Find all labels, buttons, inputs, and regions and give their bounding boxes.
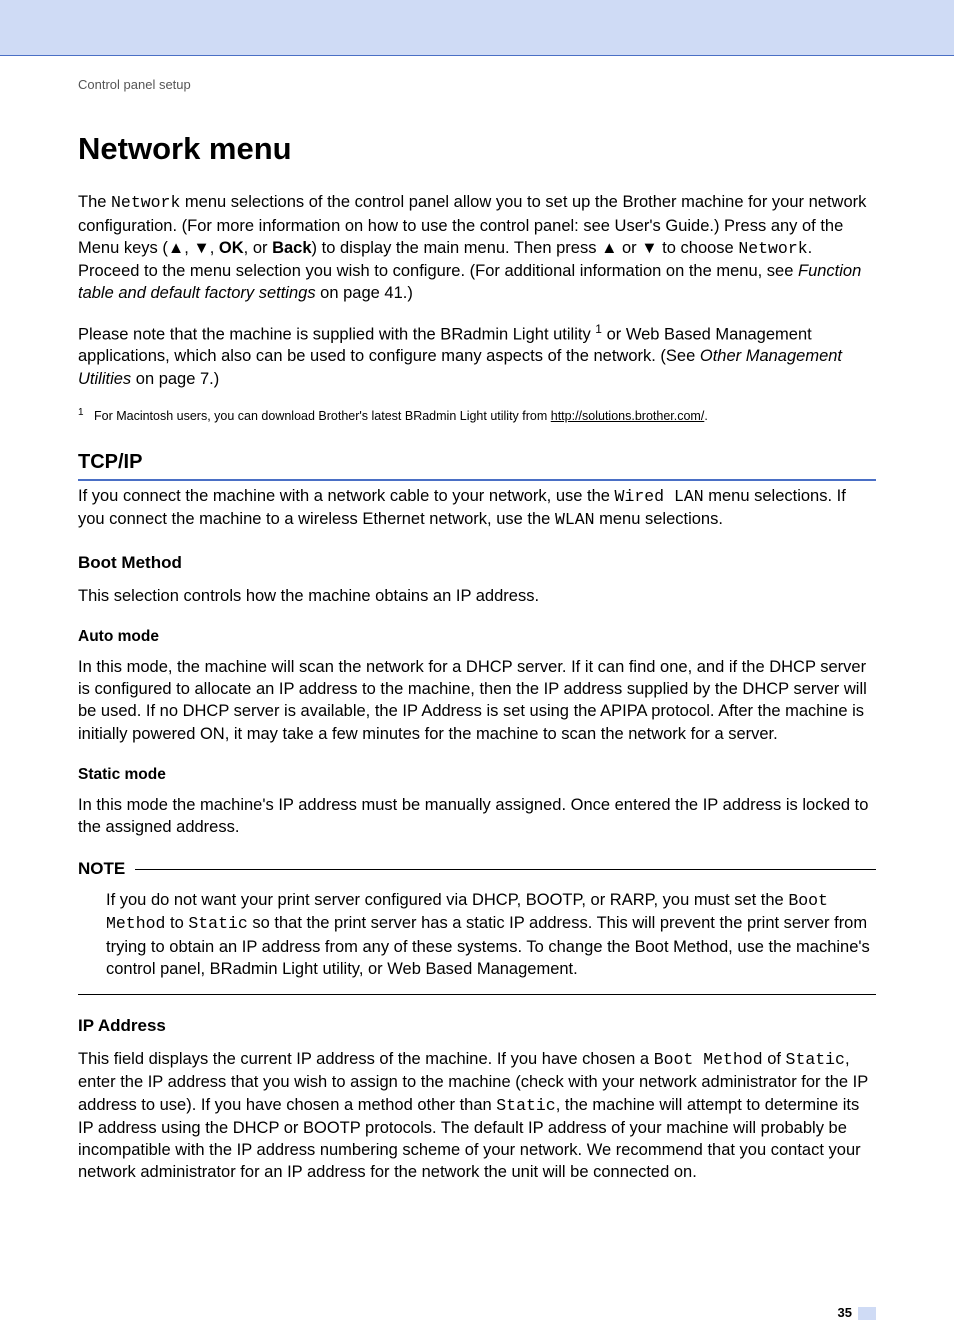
- page-footer: 35: [0, 1304, 954, 1321]
- note-body: If you do not want your print server con…: [78, 887, 876, 995]
- subheading-ip-address: IP Address: [78, 1015, 876, 1038]
- up-arrow-icon: ▲: [601, 239, 617, 257]
- code-boot-method: Boot Method: [654, 1050, 763, 1069]
- intro-paragraph-2: Please note that the machine is supplied…: [78, 321, 876, 390]
- footnote: 1 For Macintosh users, you can download …: [78, 406, 876, 425]
- tcpip-paragraph: If you connect the machine with a networ…: [78, 485, 876, 532]
- code-network: Network: [111, 193, 180, 212]
- code-wlan: WLAN: [555, 510, 595, 529]
- subheading-auto-mode: Auto mode: [78, 627, 876, 648]
- footnote-ref: 1: [595, 322, 602, 336]
- intro-paragraph-1: The Network menu selections of the contr…: [78, 191, 876, 304]
- breadcrumb: Control panel setup: [78, 76, 876, 94]
- note-label: NOTE: [78, 858, 125, 881]
- footer-accent: [858, 1307, 876, 1320]
- ok-key: OK: [219, 239, 244, 257]
- boot-method-desc: This selection controls how the machine …: [78, 585, 876, 607]
- code-static: Static: [496, 1096, 555, 1115]
- subheading-static-mode: Static mode: [78, 765, 876, 786]
- footnote-number: 1: [78, 407, 84, 418]
- static-mode-paragraph: In this mode the machine's IP address mu…: [78, 794, 876, 839]
- page-number: 35: [838, 1305, 852, 1320]
- note-rule: [135, 869, 876, 870]
- page-content: 4 Control panel setup Network menu The N…: [0, 56, 954, 1184]
- code-static: Static: [188, 914, 247, 933]
- section-heading-tcpip: TCP/IP: [78, 449, 876, 481]
- up-arrow-icon: ▲: [168, 239, 184, 257]
- ip-address-paragraph: This field displays the current IP addre…: [78, 1048, 876, 1184]
- note-heading: NOTE: [78, 858, 876, 881]
- code-network: Network: [738, 239, 807, 258]
- header-band: [0, 0, 954, 55]
- down-arrow-icon: ▼: [193, 239, 209, 257]
- footnote-link[interactable]: http://solutions.brother.com/: [551, 409, 705, 423]
- down-arrow-icon: ▼: [641, 239, 657, 257]
- auto-mode-paragraph: In this mode, the machine will scan the …: [78, 656, 876, 745]
- back-key: Back: [272, 239, 311, 257]
- note-block: NOTE If you do not want your print serve…: [78, 858, 876, 995]
- page-title: Network menu: [78, 128, 876, 170]
- code-wired-lan: Wired LAN: [615, 487, 704, 506]
- code-static: Static: [786, 1050, 845, 1069]
- subheading-boot-method: Boot Method: [78, 552, 876, 575]
